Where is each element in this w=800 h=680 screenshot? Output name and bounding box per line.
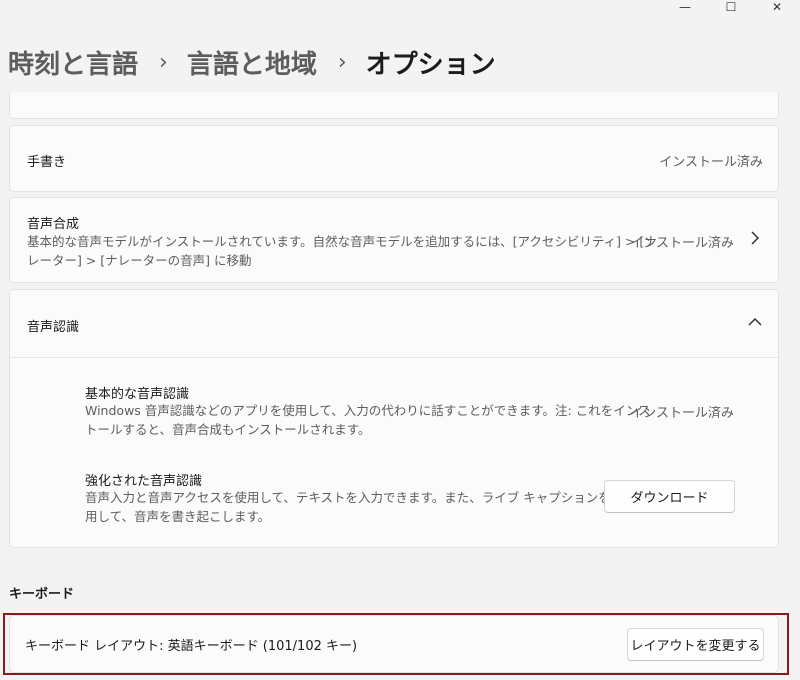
breadcrumb-language-region[interactable]: 言語と地域 <box>187 44 317 81</box>
description-line: トールすると、音声合成もインストールされます。 <box>85 422 371 437</box>
enhanced-speech-recognition-row: 強化された音声認識 音声入力と音声アクセスを使用して、テキストを入力できます。ま… <box>10 465 778 527</box>
breadcrumb-separator-icon: › <box>159 50 168 75</box>
enhanced-speech-recognition-title: 強化された音声認識 <box>85 474 203 489</box>
breadcrumb-time-language[interactable]: 時刻と言語 <box>8 44 138 81</box>
download-button[interactable]: ダウンロード <box>604 480 735 513</box>
minimize-button[interactable]: — <box>662 0 708 14</box>
handwriting-row: 手書き インストール済み <box>9 125 779 192</box>
speech-recognition-header[interactable]: 音声認識 <box>10 290 778 358</box>
keyboard-section-title: キーボード <box>9 587 75 602</box>
basic-speech-recognition-row: 基本的な音声認識 Windows 音声認識などのアプリを使用して、入力の代わりに… <box>10 378 778 440</box>
breadcrumb-separator-icon: › <box>337 50 347 75</box>
chevron-up-icon[interactable] <box>748 315 762 331</box>
description-line: Windows 音声認識などのアプリを使用して、入力の代わりに話すことができます… <box>85 403 651 418</box>
highlight-box <box>3 613 789 675</box>
speech-synthesis-status: インストール済み <box>630 236 734 251</box>
speech-synthesis-row[interactable]: 音声合成 基本的な音声モデルがインストールされています。自然な音声モデルを追加す… <box>9 197 779 283</box>
speech-recognition-panel: 音声認識 基本的な音声認識 Windows 音声認識などのアプリを使用して、入力… <box>9 289 779 548</box>
maximize-button[interactable]: ☐ <box>708 0 754 14</box>
basic-speech-recognition-status: インストール済み <box>630 406 734 421</box>
basic-speech-recognition-description: Windows 音声認識などのアプリを使用して、入力の代わりに話すことができます… <box>85 401 650 439</box>
breadcrumb: 時刻と言語 › 言語と地域 › オプション <box>8 44 496 81</box>
handwriting-title: 手書き <box>27 155 67 170</box>
handwriting-status: インストール済み <box>659 155 763 170</box>
description-line: レーター] > [ナレーターの音声] に移動 <box>27 253 252 268</box>
basic-speech-recognition-title: 基本的な音声認識 <box>85 387 190 402</box>
window-controls: — ☐ ✕ <box>662 0 800 14</box>
scrolled-card-edge <box>9 92 779 119</box>
description-line: 基本的な音声モデルがインストールされています。自然な音声モデルを追加するには、[… <box>27 234 657 249</box>
enhanced-speech-recognition-description: 音声入力と音声アクセスを使用して、テキストを入力できます。また、ライブ キャプシ… <box>85 488 623 526</box>
description-line: 用して、音声を書き起こします。 <box>85 509 271 524</box>
close-button[interactable]: ✕ <box>754 0 800 14</box>
speech-synthesis-description: 基本的な音声モデルがインストールされています。自然な音声モデルを追加するには、[… <box>27 232 657 270</box>
speech-synthesis-title: 音声合成 <box>27 217 80 232</box>
chevron-right-icon <box>750 231 760 249</box>
page-title: オプション <box>365 50 496 80</box>
speech-recognition-title: 音声認識 <box>27 320 80 335</box>
description-line: 音声入力と音声アクセスを使用して、テキストを入力できます。また、ライブ キャプシ… <box>85 490 624 505</box>
